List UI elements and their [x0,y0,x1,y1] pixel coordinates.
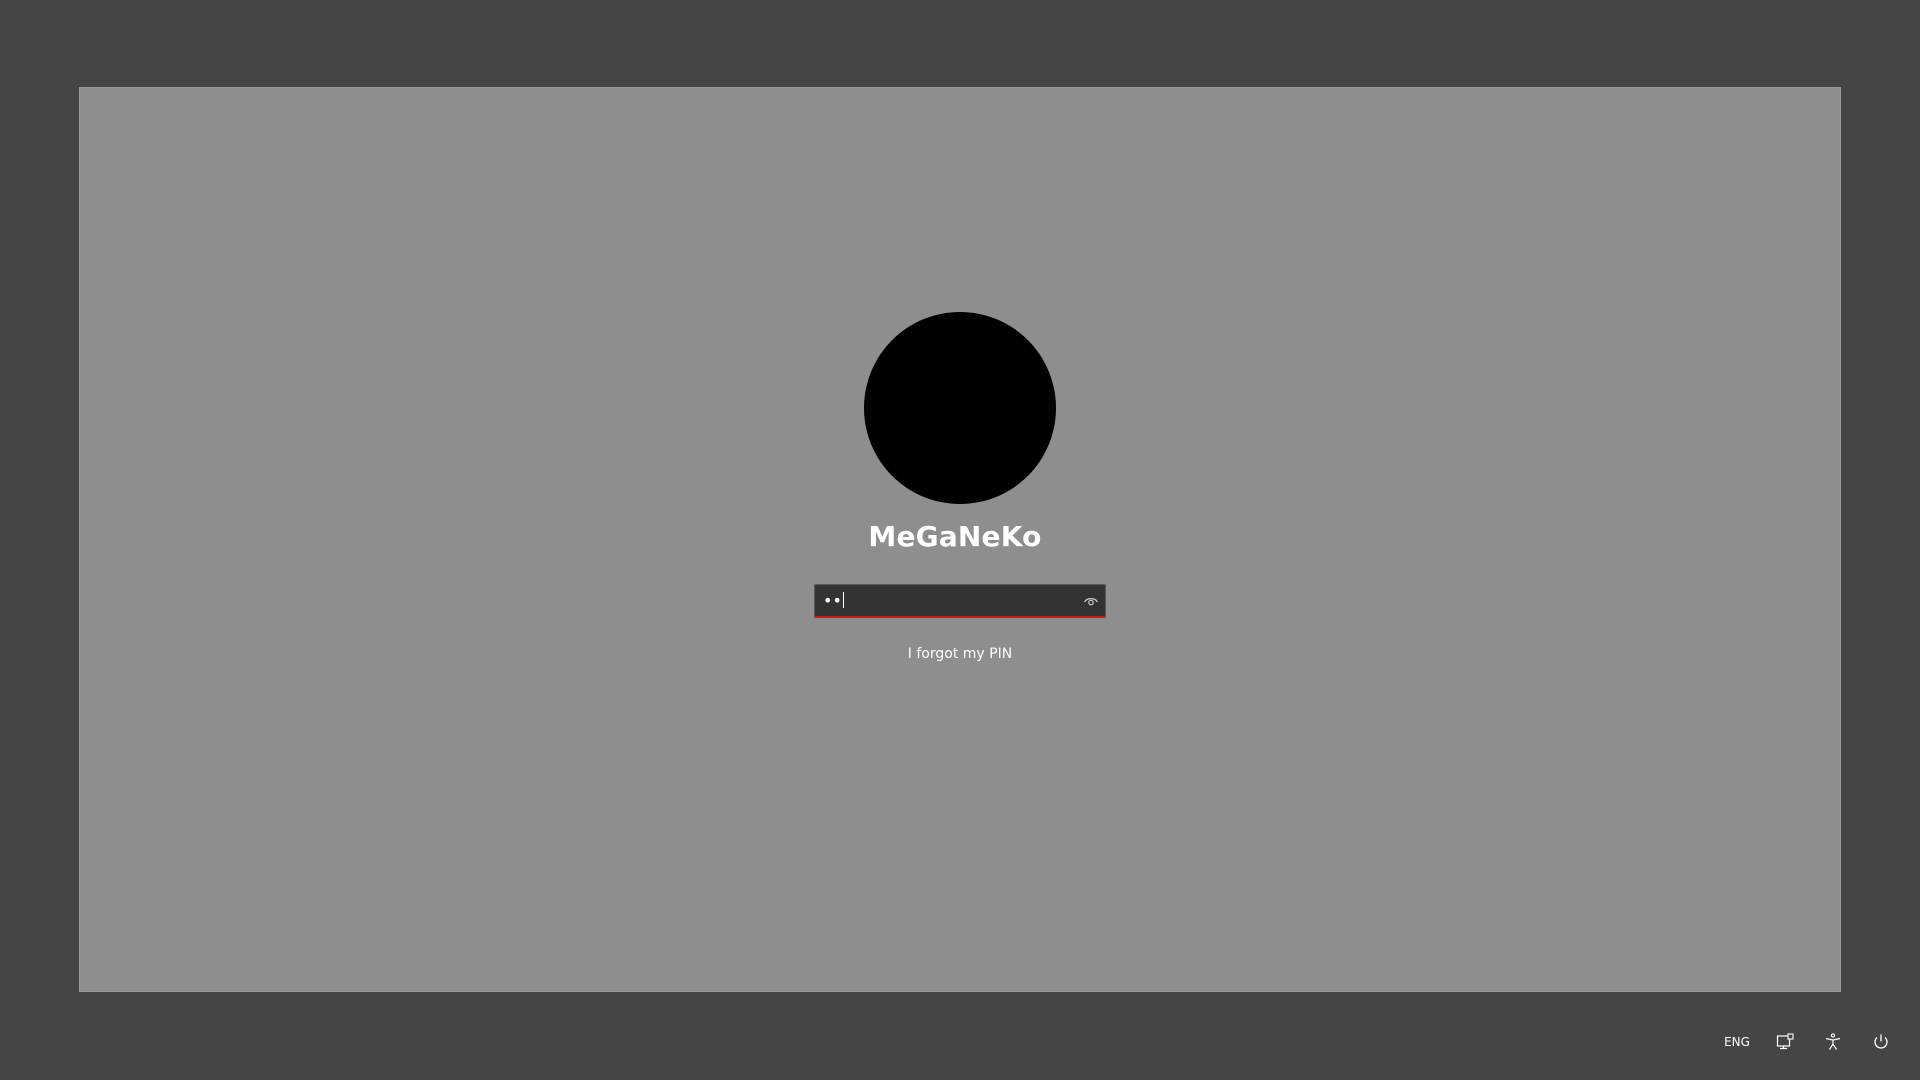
username: MeGaNeKo [868,520,1042,553]
forgot-pin-link[interactable]: I forgot my PIN [860,646,1060,662]
lock-screen: MeGaNeKo •• I forgot my PIN ENG [0,0,1920,1080]
eye-icon[interactable] [1083,593,1099,609]
system-tray: ENG [1722,1024,1896,1060]
accessibility-icon[interactable] [1818,1027,1848,1057]
language-indicator[interactable]: ENG [1722,1027,1752,1057]
avatar [864,312,1056,504]
network-icon[interactable] [1770,1027,1800,1057]
power-icon[interactable] [1866,1027,1896,1057]
text-caret [842,592,844,608]
pin-value-wrap: •• [823,591,844,611]
pin-value: •• [823,591,842,610]
pin-input[interactable]: •• [814,584,1106,618]
